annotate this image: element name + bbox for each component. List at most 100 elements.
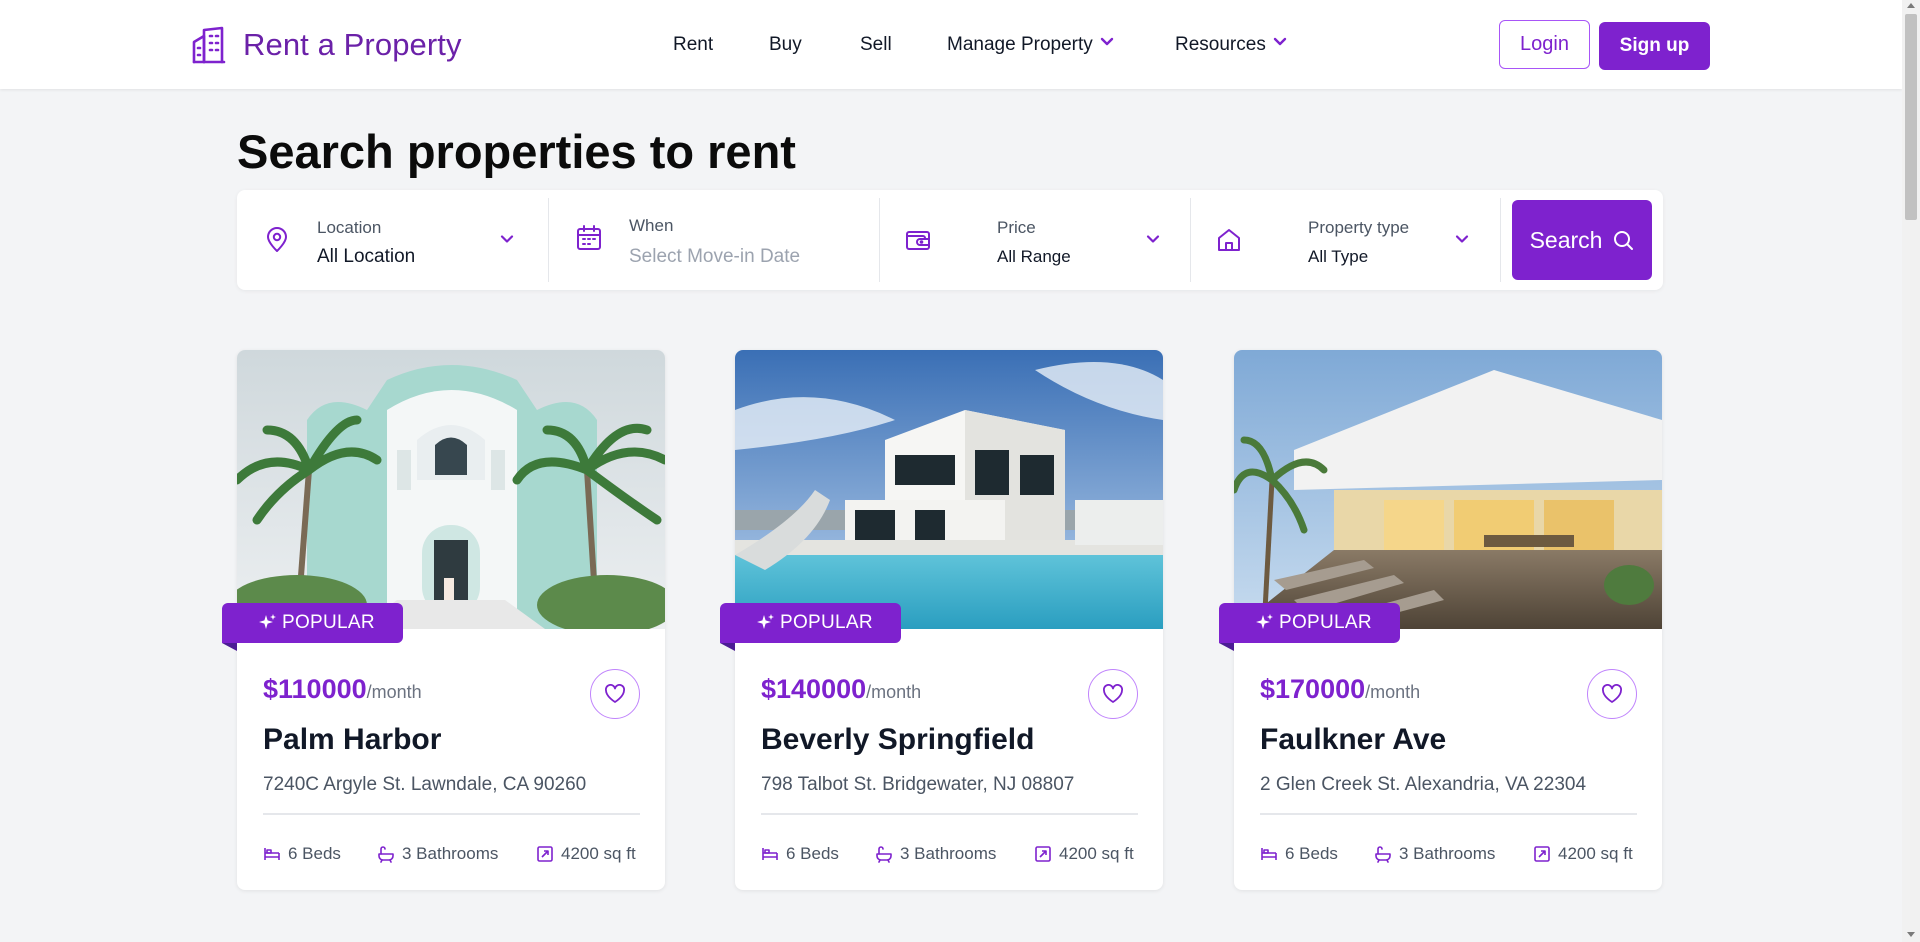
location-value: All Location — [317, 246, 416, 267]
listing-price-period: /month — [866, 682, 922, 702]
nav-manage-property[interactable]: Manage Property — [947, 34, 1115, 56]
property-address: 2 Glen Creek St. Alexandria, VA 22304 — [1260, 774, 1587, 795]
search-divider — [1500, 198, 1501, 282]
popular-badge: POPULAR — [1219, 603, 1400, 643]
beds-label: 6 Beds — [1285, 844, 1338, 863]
scrollbar-thumb[interactable] — [1905, 14, 1917, 220]
search-bar: Location All Location When Select Move-i… — [237, 190, 1663, 290]
card-divider — [1260, 813, 1637, 815]
area-feature: 4200 sq ft — [1034, 844, 1134, 864]
map-pin-icon — [267, 227, 287, 252]
bath-icon — [876, 846, 892, 863]
property-type-dropdown[interactable]: Property type All Type — [1191, 190, 1501, 290]
beds-label: 6 Beds — [288, 844, 341, 863]
brand-name: Rent a Property — [243, 27, 462, 62]
sparkles-icon — [757, 614, 774, 629]
baths-feature: 3 Bathrooms — [1374, 844, 1495, 864]
page-title: Search properties to rent — [237, 125, 796, 178]
nav-sell[interactable]: Sell — [860, 34, 892, 56]
baths-feature: 3 Bathrooms — [377, 844, 498, 864]
nav-rent-label: Rent — [673, 34, 714, 55]
listing-price: $140000/month — [761, 674, 921, 705]
baths-feature: 3 Bathrooms — [875, 844, 996, 864]
chevron-down-icon — [1100, 37, 1113, 46]
home-icon — [1218, 229, 1240, 251]
property-address: 798 Talbot St. Bridgewater, NJ 08807 — [761, 774, 1075, 795]
property-name: Faulkner Ave — [1260, 723, 1447, 756]
baths-label: 3 Bathrooms — [900, 844, 997, 863]
bed-icon — [264, 848, 280, 860]
area-label: 4200 sq ft — [1059, 844, 1134, 863]
move-in-date-placeholder: Select Move-in Date — [629, 246, 801, 267]
favorite-button[interactable] — [1587, 669, 1637, 719]
property-card[interactable]: POPULAR $170000/month Faulkner Ave 2 Gle… — [1219, 350, 1662, 890]
property-photo — [735, 350, 1163, 629]
location-dropdown[interactable]: Location All Location — [237, 190, 547, 290]
property-card[interactable]: POPULAR $140000/month Beverly Springfiel… — [720, 350, 1163, 890]
nav-rent[interactable]: Rent — [673, 34, 713, 56]
move-in-date-picker[interactable]: When Select Move-in Date — [549, 190, 879, 290]
property-photo — [237, 350, 665, 629]
popular-badge: POPULAR — [720, 603, 901, 643]
nav-manage-property-label: Manage Property — [947, 34, 1093, 55]
property-name: Beverly Springfield — [761, 723, 1035, 756]
nav-buy[interactable]: Buy — [769, 34, 802, 56]
price-value: All Range — [997, 247, 1071, 266]
listing-price: $110000/month — [263, 674, 422, 705]
chevron-down-icon — [1146, 235, 1160, 243]
bed-icon — [1261, 848, 1277, 860]
scroll-down-arrow-icon[interactable] — [1907, 932, 1915, 937]
when-label: When — [629, 216, 674, 235]
property-address: 7240C Argyle St. Lawndale, CA 90260 — [263, 774, 587, 795]
listing-price-period: /month — [366, 682, 422, 702]
baths-label: 3 Bathrooms — [402, 844, 499, 863]
bath-icon — [1375, 846, 1391, 863]
area-label: 4200 sq ft — [561, 844, 636, 863]
listing-price-amount: $170000 — [1260, 674, 1366, 704]
popular-badge-label: POPULAR — [780, 612, 873, 633]
property-photo — [1234, 350, 1662, 629]
favorite-button[interactable] — [1088, 669, 1138, 719]
heart-icon — [605, 684, 625, 703]
sparkles-icon — [1256, 614, 1273, 629]
area-icon — [1035, 846, 1051, 862]
search-icon — [1614, 231, 1634, 250]
property-type-label: Property type — [1308, 218, 1410, 237]
area-feature: 4200 sq ft — [536, 844, 636, 864]
chevron-down-icon — [500, 235, 514, 243]
popular-badge-label: POPULAR — [1279, 612, 1372, 633]
wallet-icon — [906, 231, 930, 250]
popular-badge-label: POPULAR — [282, 612, 375, 633]
beds-feature: 6 Beds — [761, 844, 839, 864]
property-name: Palm Harbor — [263, 723, 442, 756]
building-icon — [192, 26, 226, 64]
property-card[interactable]: POPULAR $110000/month Palm Harbor 7240C … — [222, 350, 665, 890]
login-button[interactable]: Login — [1499, 20, 1590, 69]
nav-sell-label: Sell — [860, 34, 892, 55]
nav-buy-label: Buy — [769, 34, 802, 55]
beds-feature: 6 Beds — [1260, 844, 1338, 864]
search-button[interactable]: Search — [1512, 200, 1652, 280]
listing-price-amount: $110000 — [263, 674, 367, 704]
nav-resources[interactable]: Resources — [1175, 34, 1288, 56]
area-icon — [1534, 846, 1550, 862]
badge-fold — [1219, 643, 1234, 651]
badge-fold — [222, 643, 237, 651]
calendar-icon — [577, 225, 601, 250]
area-label: 4200 sq ft — [1558, 844, 1633, 863]
location-label: Location — [317, 218, 382, 237]
listing-price: $170000/month — [1260, 674, 1420, 705]
heart-icon — [1602, 684, 1622, 703]
bed-icon — [762, 848, 778, 860]
listing-price-period: /month — [1365, 682, 1421, 702]
badge-fold — [720, 643, 735, 651]
price-dropdown[interactable]: Price All Range — [880, 190, 1190, 290]
brand-logo-link[interactable]: Rent a Property — [192, 26, 462, 64]
area-icon — [537, 846, 553, 862]
popular-badge: POPULAR — [222, 603, 403, 643]
signup-button[interactable]: Sign up — [1599, 22, 1710, 70]
favorite-button[interactable] — [590, 669, 640, 719]
page-scrollbar[interactable] — [1902, 0, 1920, 942]
card-divider — [761, 813, 1138, 815]
scroll-up-arrow-icon[interactable] — [1907, 3, 1915, 8]
